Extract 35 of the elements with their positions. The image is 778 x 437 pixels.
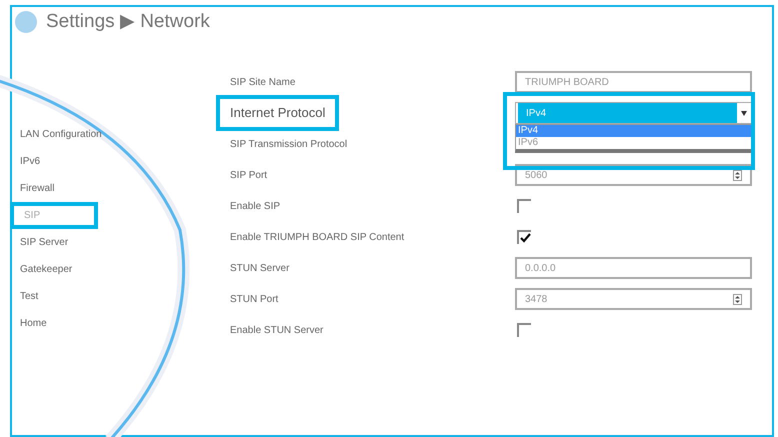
setting-label: STUN Port (230, 292, 278, 306)
setting-label: Enable STUN Server (230, 324, 324, 338)
checkmark-icon (520, 233, 530, 243)
setting-label: Enable SIP (230, 200, 280, 214)
text-field[interactable]: TRIUMPH BOARD (515, 71, 752, 93)
field-value: 0.0.0.0 (525, 262, 556, 276)
dropdown-select[interactable]: IPv4 (515, 102, 752, 124)
setting-label: SIP Transmission Protocol (230, 138, 348, 152)
sidebar-item[interactable]: Firewall (10, 174, 98, 202)
checkbox[interactable] (517, 323, 531, 337)
setting-label: SIP Site Name (230, 76, 296, 90)
setting-label: Internet Protocol (216, 95, 340, 131)
spinner-icon[interactable] (733, 294, 742, 304)
spinner-icon[interactable] (733, 170, 742, 180)
setting-label: Enable TRIUMPH BOARD SIP Content (230, 230, 404, 244)
sidebar-item[interactable]: IPv6 (10, 148, 98, 174)
field-value: 5060 (525, 168, 548, 182)
checkbox[interactable] (517, 230, 531, 244)
checkbox[interactable] (517, 199, 531, 213)
dropdown-option[interactable]: IPv6 (516, 137, 751, 149)
number-field[interactable]: 3478 (515, 288, 752, 310)
field-value: TRIUMPH BOARD (525, 76, 609, 90)
setting-label: SIP Port (230, 168, 268, 182)
sidebar-item[interactable]: Gatekeeper (10, 256, 98, 282)
field-value: 3478 (525, 292, 548, 306)
page-title: Settings ▶ Network (46, 10, 210, 34)
setting-label: STUN Server (230, 262, 290, 276)
text-field[interactable]: 0.0.0.0 (515, 257, 752, 279)
select-value: IPv4 (518, 103, 737, 123)
caret-icon (741, 110, 747, 116)
dropdown-option[interactable]: IPv4 (516, 125, 751, 137)
sidebar-item[interactable]: SIP Server (10, 228, 98, 256)
sidebar-item[interactable]: Test (10, 282, 98, 310)
sidebar-item[interactable]: Home (10, 310, 98, 336)
sidebar-item[interactable]: SIP (10, 202, 98, 228)
